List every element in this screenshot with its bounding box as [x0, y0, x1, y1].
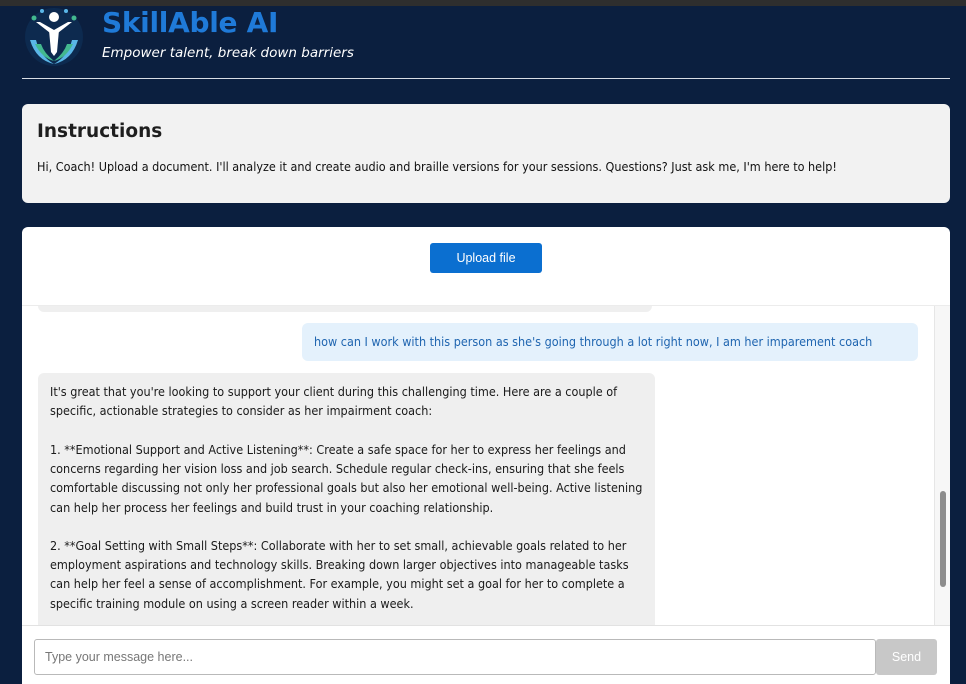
- assistant-message-paragraph: 1. **Emotional Support and Active Listen…: [50, 442, 643, 515]
- message-list[interactable]: how can I work with this person as she's…: [22, 305, 950, 626]
- scrollbar-thumb[interactable]: [940, 491, 946, 587]
- brand-tagline: Empower talent, break down barriers: [102, 45, 354, 61]
- user-message-bubble: how can I work with this person as she's…: [302, 323, 918, 361]
- user-message-text: how can I work with this person as she's…: [314, 334, 873, 349]
- composer-row: Send: [22, 625, 950, 684]
- assistant-message-paragraph: 2. **Goal Setting with Small Steps**: Co…: [50, 538, 629, 611]
- instructions-text: Hi, Coach! Upload a document. I'll analy…: [37, 159, 837, 174]
- message-input[interactable]: [34, 639, 876, 675]
- message-scrollbar[interactable]: [934, 306, 950, 626]
- previous-message-bubble: [38, 306, 652, 312]
- assistant-message-paragraph: It's great that you're looking to suppor…: [50, 384, 618, 419]
- assistant-message-bubble: It's great that you're looking to suppor…: [38, 373, 655, 626]
- brand-title: SkillAble AI: [102, 6, 279, 39]
- send-button[interactable]: Send: [876, 639, 937, 675]
- instructions-heading: Instructions: [37, 121, 163, 142]
- skillable-logo-icon: [22, 6, 86, 66]
- app-header: SkillAble AI Empower talent, break down …: [22, 6, 950, 78]
- chat-panel: Upload file how can I work with this per…: [22, 227, 950, 684]
- header-divider: [22, 78, 950, 79]
- upload-file-button[interactable]: Upload file: [430, 243, 542, 273]
- instructions-panel: Instructions Hi, Coach! Upload a documen…: [22, 104, 950, 203]
